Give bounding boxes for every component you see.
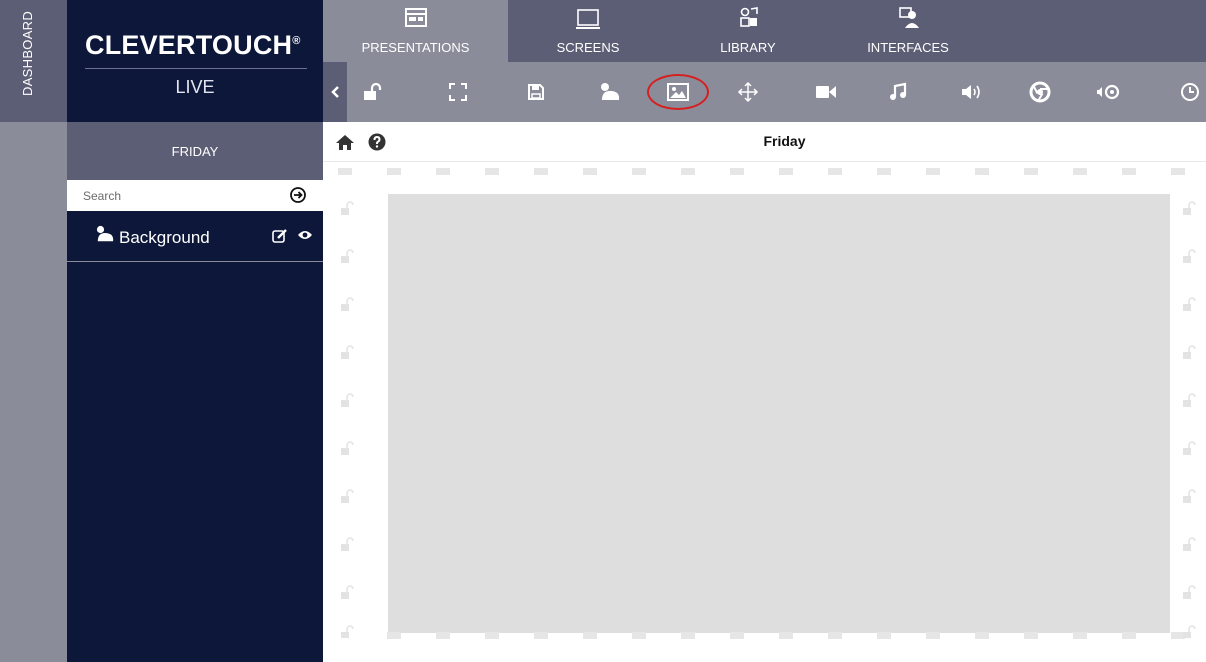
- image-icon: [667, 83, 689, 101]
- browser-audio-button[interactable]: [1089, 62, 1129, 122]
- edit-icon[interactable]: [272, 228, 288, 244]
- dashboard-button[interactable]: DASHBOARD: [0, 0, 67, 122]
- background-button[interactable]: [590, 62, 630, 122]
- browser-button[interactable]: [1020, 62, 1060, 122]
- breadcrumb: Friday: [323, 122, 1206, 162]
- presentation-icon: [404, 8, 427, 27]
- collapse-panel-button[interactable]: [323, 62, 347, 122]
- library-media-icon: [740, 7, 758, 27]
- move-button[interactable]: [728, 62, 768, 122]
- search-go-icon[interactable]: [289, 186, 307, 204]
- app-window: DASHBOARD CLEVERTOUCH® LIVE PRESENTATION…: [0, 0, 1206, 662]
- video-button[interactable]: [805, 62, 847, 122]
- bottom-grid-ruler: [387, 632, 1185, 639]
- image-button[interactable]: [657, 62, 699, 122]
- clock-icon: [1180, 83, 1199, 101]
- top-navigation: PRESENTATIONS SCREENS LIBRARY INTERFACES: [323, 0, 1206, 62]
- slide-canvas[interactable]: [388, 194, 1170, 633]
- tab-label: INTERFACES: [867, 40, 949, 55]
- layers-panel: FRIDAY Background: [67, 122, 323, 662]
- save-icon: [528, 84, 544, 100]
- brand-subtitle: LIVE: [175, 77, 215, 97]
- fullscreen-button[interactable]: [438, 62, 478, 122]
- audio-button[interactable]: [878, 62, 918, 122]
- brand-mark: ®: [292, 35, 301, 47]
- chrome-audio-icon: [1097, 84, 1120, 100]
- video-camera-icon: [816, 86, 836, 98]
- tab-label: SCREENS: [556, 40, 620, 55]
- layer-name: Background: [119, 228, 210, 247]
- search-input[interactable]: [67, 180, 287, 211]
- tab-presentations[interactable]: PRESENTATIONS: [323, 0, 508, 62]
- chrome-browser-icon: [1029, 81, 1051, 103]
- dashboard-rail: DASHBOARD: [0, 0, 67, 662]
- background-layer-icon: [601, 83, 620, 100]
- top-grid-ruler: [338, 168, 1185, 175]
- layer-item[interactable]: Background: [67, 212, 323, 262]
- volume-icon: [962, 85, 980, 99]
- eye-icon[interactable]: [297, 229, 313, 241]
- tab-label: PRESENTATIONS: [361, 40, 470, 55]
- fullscreen-icon: [449, 83, 467, 101]
- music-note-icon: [890, 82, 907, 100]
- brand-header: CLEVERTOUCH® LIVE: [67, 0, 323, 122]
- brand-name: CLEVERTOUCH: [85, 30, 293, 60]
- chevron-left-icon: [331, 86, 339, 98]
- schedule-button[interactable]: [1173, 62, 1206, 122]
- dashboard-label: DASHBOARD: [20, 10, 35, 96]
- tab-label: LIBRARY: [720, 40, 776, 55]
- page-title: Friday: [763, 133, 806, 149]
- brand-logo: CLEVERTOUCH®: [85, 30, 301, 61]
- search-bar: [67, 180, 323, 211]
- background-layer-icon: [96, 225, 114, 242]
- tab-library[interactable]: LIBRARY: [668, 0, 828, 62]
- volume-button[interactable]: [951, 62, 991, 122]
- presentation-name: FRIDAY: [67, 122, 323, 180]
- lock-button[interactable]: [353, 62, 393, 122]
- right-lock-column: [1183, 201, 1196, 638]
- brand-divider: [85, 68, 307, 69]
- save-button[interactable]: [516, 62, 556, 122]
- tab-interfaces[interactable]: INTERFACES: [828, 0, 988, 62]
- user-screen-icon: [899, 7, 919, 28]
- editor-main: Friday: [323, 122, 1206, 662]
- unlock-icon: [364, 83, 382, 100]
- monitor-icon: [576, 9, 600, 29]
- left-lock-column: [341, 201, 354, 638]
- tab-screens[interactable]: SCREENS: [508, 0, 668, 62]
- editor-toolbar: [323, 62, 1206, 122]
- move-arrows-icon: [737, 81, 759, 103]
